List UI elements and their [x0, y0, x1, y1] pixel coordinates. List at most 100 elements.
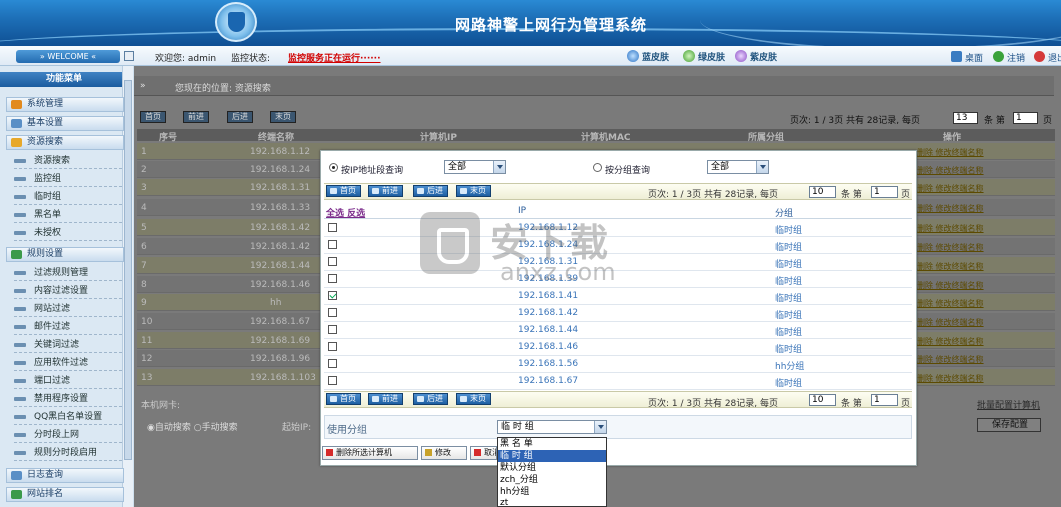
last-page-button[interactable]: 末页 — [456, 185, 491, 197]
sidebar-item-app-filter[interactable]: 应用软件过滤 — [14, 355, 122, 371]
dropdown-option-selected[interactable]: 临 时 组 — [498, 450, 606, 462]
sidebar-section-basic[interactable]: 基本设置 — [6, 116, 124, 131]
sidebar-item-rule-schedule[interactable]: 规则分时段启用 — [14, 445, 122, 461]
per-page-input[interactable]: 10 — [809, 394, 836, 406]
logout-link[interactable]: 注销 — [993, 51, 1025, 64]
welcome-tab[interactable]: » WELCOME « — [16, 50, 120, 63]
table-row[interactable] — [324, 356, 912, 373]
sidebar-item-program-ban[interactable]: 禁用程序设置 — [14, 391, 122, 407]
sidebar-item-mail-filter[interactable]: 邮件过滤 — [14, 319, 122, 335]
row-actions[interactable]: 删除 修改终端名称 — [917, 165, 984, 176]
skin-blue-button[interactable]: 蓝皮肤 — [627, 50, 669, 63]
dropdown-option[interactable]: 默认分组 — [498, 462, 606, 474]
row-actions[interactable]: 删除 修改终端名称 — [917, 317, 984, 328]
edit-button[interactable]: 修改 — [421, 446, 467, 460]
filter-group-select[interactable]: 全部 — [707, 160, 769, 174]
row-checkbox[interactable] — [328, 376, 337, 385]
row-actions[interactable]: 删除 修改终端名称 — [917, 280, 984, 291]
row-actions[interactable]: 删除 修改终端名称 — [917, 336, 984, 347]
bg-page-input[interactable]: 1 — [1013, 112, 1038, 124]
filter-ip-radio[interactable] — [329, 163, 338, 172]
dropdown-option[interactable]: 黑 名 单 — [498, 438, 606, 450]
sidebar-section-rules[interactable]: 规则设置 — [6, 247, 124, 262]
bg-per-page-input[interactable]: 13 — [953, 112, 978, 124]
sidebar-item-site-filter[interactable]: 网站过滤 — [14, 301, 122, 317]
arrow-icon — [14, 379, 26, 383]
dropdown-option[interactable]: zch_分组 — [498, 474, 606, 486]
exit-link[interactable]: 退出 — [1034, 51, 1061, 64]
last-page-button[interactable]: 末页 — [456, 393, 491, 405]
page-input[interactable]: 1 — [871, 186, 898, 198]
table-row[interactable] — [324, 373, 912, 390]
sidebar-item-port-filter[interactable]: 端口过滤 — [14, 373, 122, 389]
filter-group-radio[interactable] — [593, 163, 602, 172]
sidebar-item-time-access[interactable]: 分时段上网 — [14, 427, 122, 443]
bg-next-page-button[interactable]: 后进 — [227, 111, 253, 123]
sidebar-item-monitor-group[interactable]: 监控组 — [14, 171, 122, 187]
search-mode-radios[interactable]: ◉自动搜索 ○手动搜索 — [147, 420, 238, 433]
sidebar-item-resource-search[interactable]: 资源搜索 — [14, 153, 122, 169]
sidebar-item-blacklist[interactable]: 黑名单 — [14, 207, 122, 223]
sidebar-item-keyword-filter[interactable]: 关键词过滤 — [14, 337, 122, 353]
refresh-icon — [460, 396, 467, 402]
skin-purple-button[interactable]: 紫皮肤 — [735, 50, 777, 63]
row-checkbox[interactable] — [328, 308, 337, 317]
sidebar-section-logs[interactable]: 日志查询 — [6, 468, 124, 483]
prev-page-button[interactable]: 前进 — [368, 393, 403, 405]
save-config-button[interactable]: 保存配置 — [977, 418, 1041, 432]
desktop-link[interactable]: 桌面 — [951, 51, 983, 64]
row-checkbox[interactable] — [328, 223, 337, 232]
prev-page-button[interactable]: 前进 — [368, 185, 403, 197]
filter-ip-select[interactable]: 全部 — [444, 160, 506, 174]
sidebar-section-search[interactable]: 资源搜索 — [6, 135, 124, 150]
sidebar-scrollbar[interactable] — [122, 66, 133, 507]
row-checkbox[interactable] — [328, 359, 337, 368]
sidebar-section-ranking[interactable]: 网站排名 — [6, 487, 124, 502]
table-row[interactable] — [324, 339, 912, 356]
row-actions[interactable]: 删除 修改终端名称 — [917, 223, 984, 234]
row-actions[interactable]: 删除 修改终端名称 — [917, 354, 984, 365]
row-checkbox[interactable] — [328, 240, 337, 249]
next-page-button[interactable]: 后进 — [413, 393, 448, 405]
row-checkbox[interactable] — [328, 342, 337, 351]
row-actions[interactable]: 删除 修改终端名称 — [917, 203, 984, 214]
row-checkbox-checked[interactable] — [328, 291, 337, 300]
row-actions[interactable]: 删除 修改终端名称 — [917, 261, 984, 272]
bg-last-page-button[interactable]: 末页 — [270, 111, 296, 123]
table-row[interactable] — [324, 305, 912, 322]
page-input[interactable]: 1 — [871, 394, 898, 406]
next-page-button[interactable]: 后进 — [413, 185, 448, 197]
row-actions[interactable]: 删除 修改终端名称 — [917, 183, 984, 194]
row-actions[interactable]: 删除 修改终端名称 — [917, 373, 984, 384]
table-row[interactable] — [324, 322, 912, 339]
sidebar-item-temp-group[interactable]: 临时组 — [14, 189, 122, 205]
sidebar-item-filter-rules[interactable]: 过滤规则管理 — [14, 265, 122, 281]
select-all-link[interactable]: 全选 反选 — [326, 206, 365, 219]
sidebar-item-unauthorized[interactable]: 未授权 — [14, 225, 122, 241]
row-actions[interactable]: 删除 修改终端名称 — [917, 298, 984, 309]
per-page-input[interactable]: 10 — [809, 186, 836, 198]
row-checkbox[interactable] — [328, 274, 337, 283]
page-label: 条 第 — [841, 399, 862, 409]
bg-prev-page-button[interactable]: 前进 — [183, 111, 209, 123]
scrollbar-thumb[interactable] — [124, 80, 132, 460]
delete-icon — [326, 449, 333, 456]
use-group-select[interactable]: 临 时 组 — [497, 420, 607, 434]
bg-first-page-button[interactable]: 首页 — [140, 111, 166, 123]
monitor-status[interactable]: 监控服务正在运行······ — [288, 51, 381, 64]
row-actions[interactable]: 删除 修改终端名称 — [917, 147, 984, 158]
first-page-button[interactable]: 首页 — [326, 185, 361, 197]
sidebar-item-qq-list[interactable]: QQ黑白名单设置 — [14, 409, 122, 425]
row-checkbox[interactable] — [328, 325, 337, 334]
skin-green-button[interactable]: 绿皮肤 — [683, 50, 725, 63]
window-icon[interactable] — [124, 51, 134, 61]
batch-config-link[interactable]: 批量配置计算机 — [977, 398, 1040, 411]
sidebar-section-system[interactable]: 系统管理 — [6, 97, 124, 112]
first-page-button[interactable]: 首页 — [326, 393, 361, 405]
row-actions[interactable]: 删除 修改终端名称 — [917, 242, 984, 253]
delete-selected-button[interactable]: 删除所选计算机 — [322, 446, 418, 460]
row-checkbox[interactable] — [328, 257, 337, 266]
cancel-button[interactable]: 取消 — [470, 446, 497, 460]
sidebar-item-content-filter[interactable]: 内容过滤设置 — [14, 283, 122, 299]
dropdown-option[interactable]: zt — [498, 497, 606, 507]
